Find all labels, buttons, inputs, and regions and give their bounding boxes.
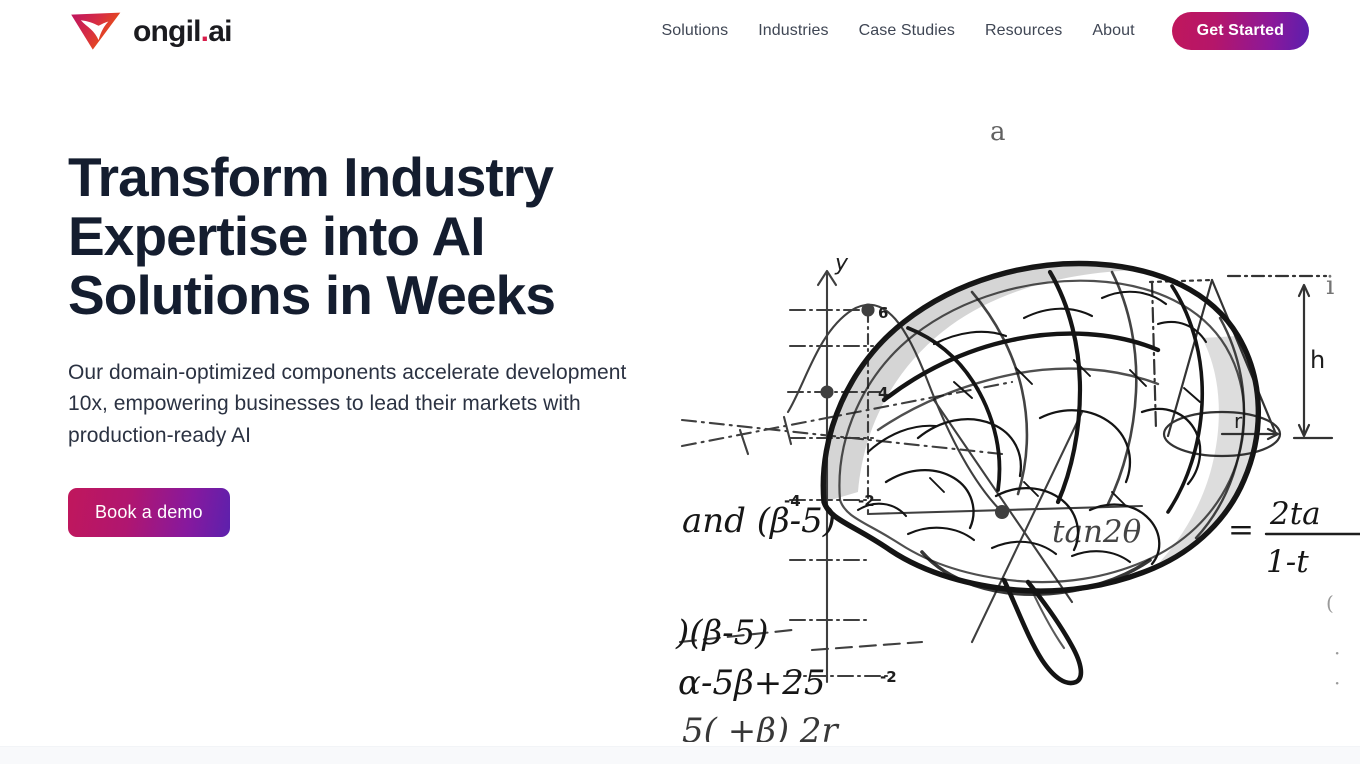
nav-item-industries[interactable]: Industries [743,15,843,47]
svg-text:2ta: 2ta [1269,496,1321,532]
get-started-button[interactable]: Get Started [1171,12,1309,50]
hero-subheadline: Our domain-optimized components accelera… [68,360,627,448]
brand-name-main: ongil [133,15,201,48]
svg-text:=: = [1228,512,1254,548]
site-header: ongil.ai Solutions Industries Case Studi… [0,0,1360,62]
svg-text:·: · [1334,671,1340,695]
svg-text:α-5β+25: α-5β+25 [678,663,826,703]
brand-wordmark: ongil.ai [133,17,232,47]
svg-text:-2: -2 [858,492,875,510]
hero-brain-sketch-illustration: h r y 6 4 -4 -2 -2 a i and (β-5) )(β-5) [672,82,1360,742]
landing-page: ongil.ai Solutions Industries Case Studi… [0,0,1360,764]
nav-item-about[interactable]: About [1077,15,1149,47]
svg-text:6: 6 [878,304,888,322]
svg-text:a: a [990,117,1006,147]
hero-headline: Transform Industry Expertise into AI Sol… [68,146,556,326]
brand-name-suffix: ai [208,15,232,48]
primary-navigation: Solutions Industries Case Studies Resour… [646,0,1309,62]
brand-logo-link[interactable]: ongil.ai [68,9,232,53]
svg-text:and (β-5): and (β-5) [682,501,836,541]
hero-copy-block: Transform Industry Expertise into AI Sol… [68,146,668,538]
nav-item-resources[interactable]: Resources [970,15,1077,47]
svg-text:-2: -2 [880,668,897,686]
svg-text:tan2θ: tan2θ [1052,514,1142,550]
nav-item-solutions[interactable]: Solutions [646,15,743,47]
svg-text:(: ( [1326,591,1334,615]
nav-item-case-studies[interactable]: Case Studies [844,15,970,47]
svg-text:)(β-5): )(β-5) [675,613,769,653]
svg-text:5( +β) 2r: 5( +β) 2r [682,711,840,742]
svg-text:1-t: 1-t [1266,544,1309,580]
ongil-triangle-bird-logo-icon [71,12,121,50]
svg-text:y: y [834,251,849,276]
svg-text:i: i [1326,271,1334,301]
book-a-demo-button[interactable]: Book a demo [68,488,230,538]
next-section-band [0,746,1360,764]
svg-text:h: h [1310,346,1325,374]
hero-section: Transform Industry Expertise into AI Sol… [0,62,1360,746]
svg-text:·: · [1334,641,1340,665]
